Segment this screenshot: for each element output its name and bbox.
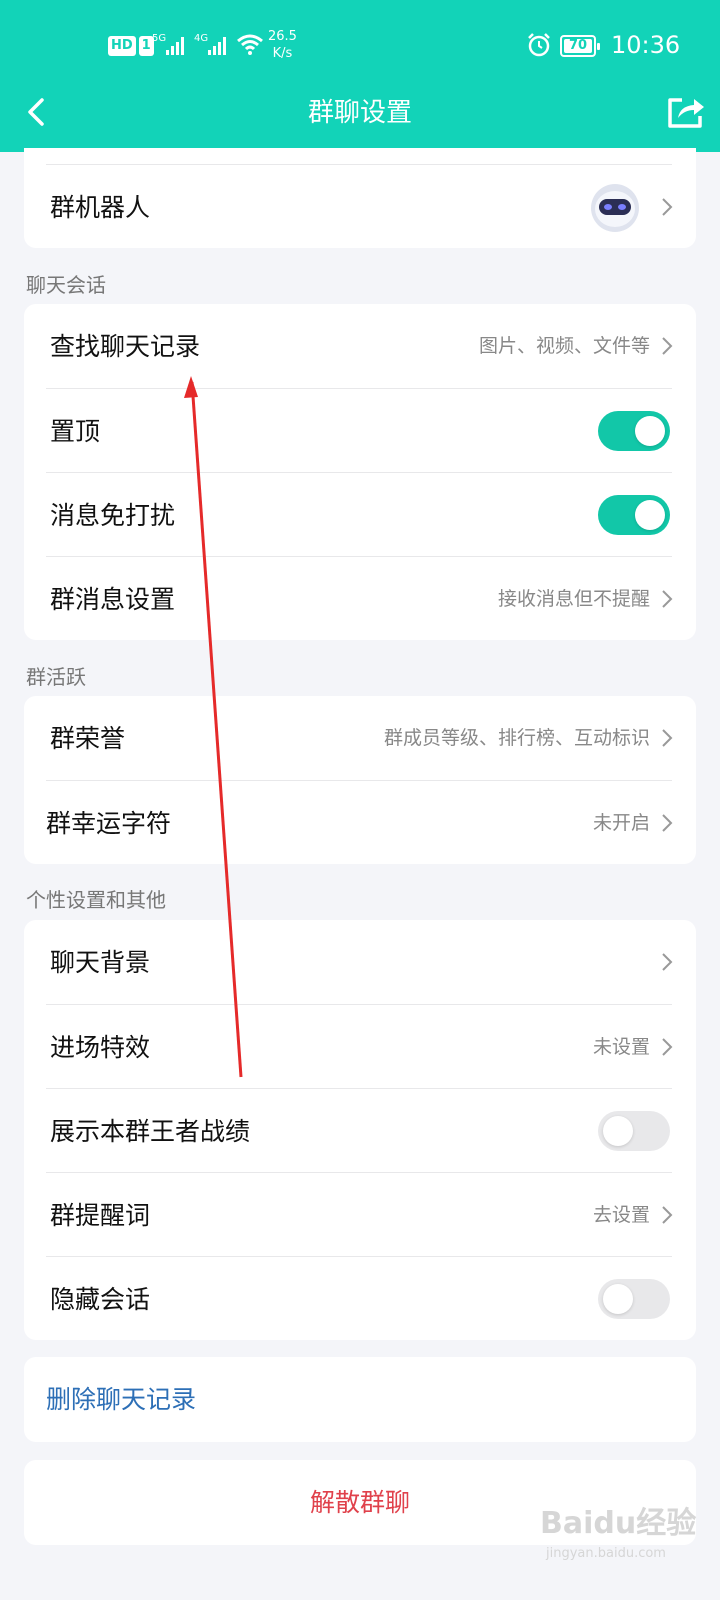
row-group-honor[interactable]: 群荣誉 群成员等级、排行榜、互动标识 (24, 696, 696, 781)
row-value: 图片、视频、文件等 (478, 335, 650, 357)
activity-card: 群荣誉 群成员等级、排行榜、互动标识 群幸运字符 未开启 (24, 696, 696, 864)
clear-history-button[interactable]: 删除聊天记录 (46, 1357, 196, 1442)
network-speed: 26.5 K/s (268, 28, 297, 62)
chevron-right-icon (662, 729, 673, 747)
chevron-right-icon (662, 337, 673, 355)
toggle-knob (635, 416, 665, 446)
row-label: 置顶 (50, 417, 101, 446)
row-label: 群荣誉 (50, 724, 126, 753)
row-hide-conversation: 隐藏会话 (24, 1257, 696, 1342)
signal-4g-icon: 4G (194, 33, 226, 55)
show-honor-of-kings-toggle[interactable] (598, 1111, 670, 1151)
toggle-knob (603, 1116, 633, 1146)
wifi-icon (237, 34, 263, 55)
row-group-message-settings[interactable]: 群消息设置 接收消息但不提醒 (24, 557, 696, 642)
row-value: 去设置 (592, 1204, 650, 1226)
row-label: 群幸运字符 (46, 809, 172, 838)
clear-history-card: 删除聊天记录 (24, 1357, 696, 1442)
chevron-right-icon (662, 198, 673, 216)
row-value: 未设置 (592, 1036, 650, 1058)
toggle-knob (603, 1284, 633, 1314)
signal-5g-icon: 5G (152, 33, 184, 55)
row-label: 聊天背景 (50, 948, 151, 977)
row-label: 展示本群王者战绩 (50, 1117, 251, 1146)
app-header: HD 1 5G 4G 26.5 K/s 70 10:36 群聊设置 (0, 0, 720, 152)
chevron-right-icon (662, 1206, 673, 1224)
row-lucky-character[interactable]: 群幸运字符 未开启 (24, 781, 696, 866)
battery-indicator: 70 (560, 35, 600, 57)
row-search-history[interactable]: 查找聊天记录 图片、视频、文件等 (24, 304, 696, 389)
row-pin-top: 置顶 (24, 389, 696, 474)
hd-badge-group: HD 1 (108, 36, 154, 56)
row-label: 群提醒词 (50, 1201, 151, 1230)
row-value: 群成员等级、排行榜、互动标识 (383, 727, 650, 749)
row-label: 消息免打扰 (50, 501, 176, 530)
robot-card: 群机器人 (24, 148, 696, 248)
chevron-right-icon (662, 1038, 673, 1056)
row-value: 接收消息但不提醒 (497, 588, 650, 610)
section-title-personal: 个性设置和其他 (26, 888, 166, 912)
chevron-right-icon (662, 590, 673, 608)
chat-card: 查找聊天记录 图片、视频、文件等 置顶 消息免打扰 群消息设置 接收消息但不提醒 (24, 304, 696, 640)
section-title-activity: 群活跃 (26, 665, 86, 689)
row-label: 进场特效 (50, 1033, 151, 1062)
hd-badge: HD (108, 36, 136, 56)
toggle-knob (635, 500, 665, 530)
row-entry-effect[interactable]: 进场特效 未设置 (24, 1005, 696, 1090)
speed-unit: K/s (272, 46, 293, 61)
watermark-main: Baidu经验 (540, 1506, 697, 1541)
alarm-icon (528, 33, 550, 57)
speed-value: 26.5 (268, 29, 297, 44)
chevron-right-icon (662, 814, 673, 832)
do-not-disturb-toggle[interactable] (598, 495, 670, 535)
section-title-chat: 聊天会话 (26, 273, 106, 297)
row-group-robot[interactable]: 群机器人 (24, 165, 696, 250)
row-do-not-disturb: 消息免打扰 (24, 473, 696, 558)
watermark-sub: jingyan.baidu.com (546, 1546, 666, 1561)
row-group-reminder-words[interactable]: 群提醒词 去设置 (24, 1173, 696, 1258)
row-value: 未开启 (592, 812, 650, 834)
row-label: 隐藏会话 (50, 1285, 151, 1314)
row-label: 查找聊天记录 (50, 332, 201, 361)
row-label: 群消息设置 (50, 585, 176, 614)
pin-top-toggle[interactable] (598, 411, 670, 451)
row-label: 群机器人 (50, 193, 151, 222)
net1-label: 5G (152, 33, 166, 44)
baidu-watermark: Baidu经验 jingyan.baidu.com (540, 1488, 710, 1578)
hide-conversation-toggle[interactable] (598, 1279, 670, 1319)
row-show-honor-of-kings: 展示本群王者战绩 (24, 1089, 696, 1174)
page-title: 群聊设置 (307, 98, 412, 128)
battery-level: 70 (564, 39, 592, 53)
robot-avatar-icon (591, 184, 639, 232)
chevron-right-icon (662, 953, 673, 971)
net2-label: 4G (194, 33, 208, 44)
clock: 10:36 (611, 31, 681, 59)
status-bar: HD 1 5G 4G 26.5 K/s 70 10:36 (0, 22, 720, 70)
share-icon[interactable] (666, 92, 706, 132)
personal-card: 聊天背景 进场特效 未设置 展示本群王者战绩 群提醒词 去设置 隐藏会话 (24, 920, 696, 1340)
row-chat-background[interactable]: 聊天背景 (24, 920, 696, 1005)
